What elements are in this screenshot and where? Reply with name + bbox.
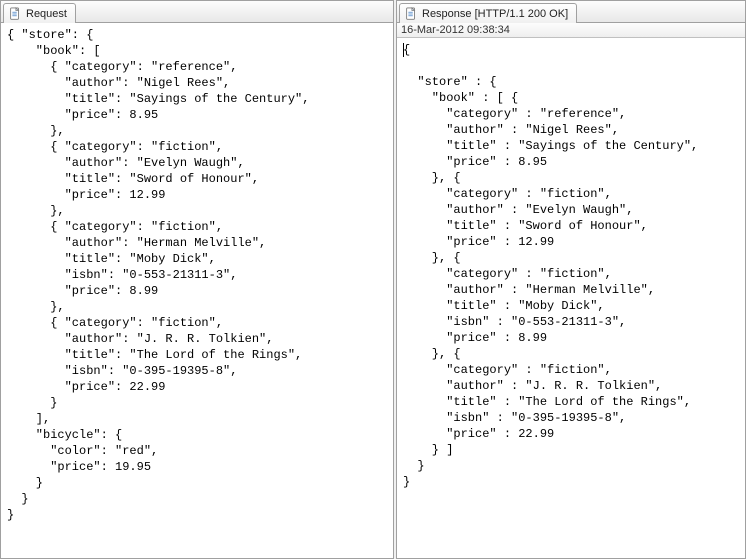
response-pane: Response [HTTP/1.1 200 OK] 16-Mar-2012 0…: [396, 0, 746, 559]
response-code-rest: "store" : { "book" : [ { "category" : "r…: [403, 75, 698, 489]
request-pane: Request { "store": { "book": [ { "catego…: [0, 0, 394, 559]
request-tab-bar: Request: [1, 1, 393, 23]
response-timestamp-bar: 16-Mar-2012 09:38:34: [397, 23, 745, 38]
response-document-icon: [404, 7, 418, 21]
request-tab[interactable]: Request: [3, 3, 76, 23]
request-document-icon: [8, 7, 22, 21]
response-tab[interactable]: Response [HTTP/1.1 200 OK]: [399, 3, 577, 23]
response-code-first: {: [403, 43, 410, 57]
split-container: Request { "store": { "book": [ { "catego…: [0, 0, 746, 559]
response-tab-bar: Response [HTTP/1.1 200 OK]: [397, 1, 745, 23]
request-code-area[interactable]: { "store": { "book": [ { "category": "re…: [1, 23, 393, 558]
response-code-area[interactable]: { "store" : { "book" : [ { "category" : …: [397, 38, 745, 558]
request-code-text: { "store": { "book": [ { "category": "re…: [7, 28, 309, 522]
response-timestamp: 16-Mar-2012 09:38:34: [401, 24, 510, 36]
response-tab-label: Response [HTTP/1.1 200 OK]: [422, 8, 568, 20]
request-tab-label: Request: [26, 8, 67, 20]
